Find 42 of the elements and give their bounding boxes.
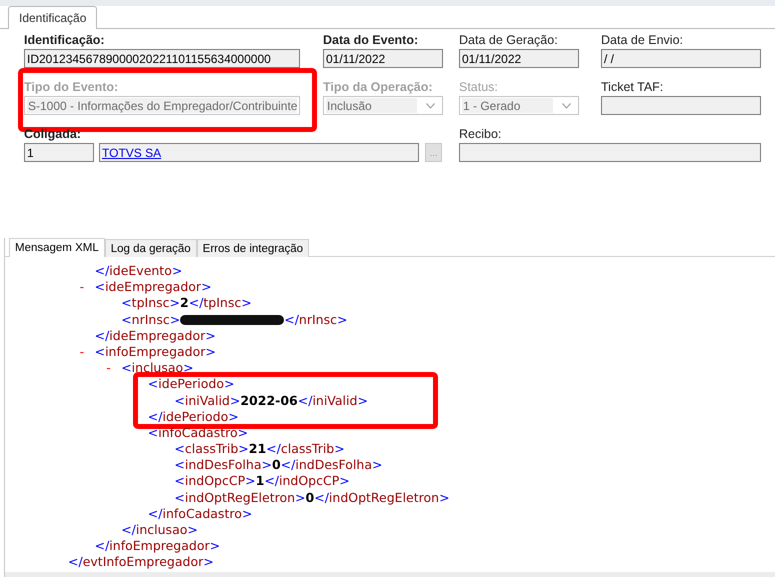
message-tab[interactable]: Mensagem XML bbox=[9, 238, 105, 257]
xml-line: </infoCadastro> bbox=[148, 506, 252, 522]
xml-line: </ideEvento> bbox=[94, 263, 182, 280]
field-label: Recibo: bbox=[459, 127, 502, 142]
company-link[interactable]: TOTVS SA bbox=[102, 146, 162, 160]
field-label: Status: bbox=[459, 80, 499, 95]
collapse-toggle[interactable]: - bbox=[80, 279, 95, 296]
message-tab[interactable]: Log da geração bbox=[104, 239, 197, 257]
text-field[interactable]: ID20123456789000020221101155634000000 bbox=[24, 49, 300, 68]
collapse-toggle[interactable]: - bbox=[80, 344, 95, 360]
field-label: Tipo da Operação: bbox=[323, 80, 434, 95]
collapse-toggle[interactable]: - bbox=[106, 360, 122, 376]
xml-line: <infoCadastro> bbox=[148, 424, 248, 442]
xml-line: <inclusao> bbox=[121, 360, 194, 376]
text-field[interactable]: / / bbox=[601, 49, 761, 68]
message-tab[interactable]: Erros de integração bbox=[196, 239, 310, 257]
field-label: Tipo do Evento: bbox=[24, 80, 120, 95]
xml-line: <nrInsc> </nrInsc> bbox=[121, 312, 348, 328]
xml-line: </idePeriodo> bbox=[148, 408, 239, 425]
field-label: Data do Evento: bbox=[323, 33, 420, 48]
code-field[interactable]: 1 bbox=[24, 143, 94, 162]
xml-line: <indOptRegEletron>0</indOptRegEletron> bbox=[174, 490, 450, 506]
text-field[interactable]: 01/11/2022 bbox=[459, 49, 579, 68]
xml-line: </evtInfoEmpregador> bbox=[68, 554, 214, 571]
form-tab[interactable]: Identificação bbox=[8, 6, 98, 29]
xml-line: </ideEmpregador> bbox=[94, 328, 216, 344]
xml-line: <tpInsc>2</tpInsc> bbox=[121, 295, 252, 312]
xml-line: <ideEmpregador> bbox=[94, 279, 212, 296]
xml-line: </infoEmpregador> bbox=[94, 538, 220, 554]
field-label: Data de Envio: bbox=[601, 33, 684, 48]
xml-line: <indOpcCP>1</indOpcCP> bbox=[174, 473, 350, 490]
xml-line: <indDesFolha>0</indDesFolha> bbox=[174, 457, 382, 474]
field-label: Data de Geração: bbox=[459, 33, 559, 48]
xml-line: <infoEmpregador> bbox=[94, 344, 216, 360]
xml-line: </inclusao> bbox=[121, 522, 198, 538]
text-field[interactable]: 01/11/2022 bbox=[323, 49, 443, 68]
name-field[interactable]: TOTVS SA bbox=[99, 143, 419, 162]
field-label: Identificação: bbox=[24, 33, 106, 48]
xml-line: <classTrib>21</classTrib> bbox=[174, 441, 345, 458]
field-label: Ticket TAF: bbox=[601, 80, 664, 95]
xml-line: <idePeriodo> bbox=[148, 376, 234, 392]
xml-line: <iniValid>2022-06</iniValid> bbox=[174, 392, 368, 409]
